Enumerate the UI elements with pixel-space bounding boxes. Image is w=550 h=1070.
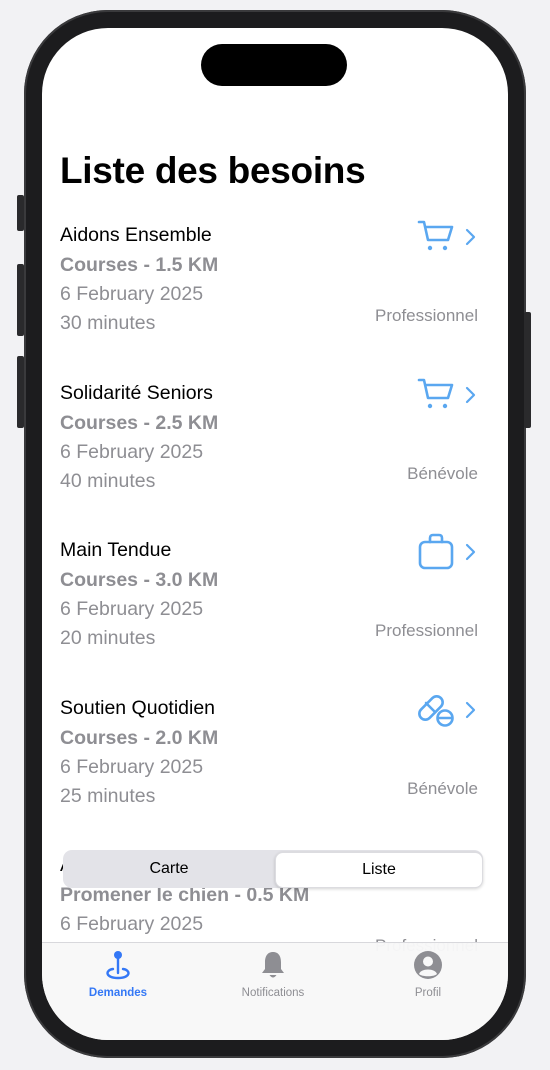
request-date: 6 February 2025 bbox=[60, 755, 204, 778]
provider-type: Bénévole bbox=[407, 778, 478, 798]
organization-name: Soutien Quotidien bbox=[60, 696, 216, 719]
task-distance: Courses - 2.0 KM bbox=[60, 726, 219, 749]
tab-bar: Demandes Notifications Profil bbox=[42, 942, 508, 1040]
map-pin-icon bbox=[106, 951, 130, 980]
cart-icon bbox=[417, 378, 454, 408]
request-date: 6 February 2025 bbox=[60, 598, 204, 620]
pills-icon bbox=[418, 694, 454, 727]
request-date: 6 February 2025 bbox=[60, 913, 204, 935]
dynamic-island bbox=[201, 44, 347, 86]
chevron-right-icon bbox=[465, 701, 476, 718]
bag-icon bbox=[418, 533, 454, 570]
duration: 40 minutes bbox=[60, 469, 156, 492]
segment-carte[interactable]: Carte bbox=[65, 852, 273, 886]
chevron-right-icon bbox=[465, 386, 476, 403]
view-mode-segmented-control[interactable]: Carte Liste bbox=[63, 850, 483, 888]
page-title: Liste des besoins bbox=[60, 150, 366, 191]
chevron-right-icon bbox=[465, 543, 476, 561]
request-date: 6 February 2025 bbox=[60, 283, 204, 305]
provider-type: Professionnel bbox=[374, 621, 478, 640]
organization-name: Aidons Ensemble bbox=[60, 224, 212, 246]
task-distance: Courses - 3.0 KM bbox=[60, 569, 219, 591]
volume-up-button bbox=[17, 264, 24, 336]
duration: 25 minutes bbox=[60, 784, 156, 807]
action-button bbox=[17, 195, 24, 231]
tab-notifications[interactable]: Notifications bbox=[213, 949, 333, 999]
list-item[interactable]: Aidons Ensemble Courses - 1.5 KM 6 Febru… bbox=[42, 216, 508, 374]
task-distance: Courses - 1.5 KM bbox=[60, 254, 219, 276]
organization-name: Main Tendue bbox=[60, 539, 172, 561]
bell-icon bbox=[262, 952, 284, 978]
tab-label: Notifications bbox=[241, 987, 305, 999]
tab-label: Demandes bbox=[88, 987, 148, 999]
cart-icon bbox=[417, 220, 454, 251]
list-item[interactable]: Solidarité Seniors Courses - 2.5 KM 6 Fe… bbox=[42, 374, 508, 532]
screen: Liste des besoins Aidons Ensemble Course… bbox=[42, 28, 508, 1040]
provider-type: Bénévole bbox=[407, 463, 478, 483]
list-item[interactable]: Main Tendue Courses - 3.0 KM 6 February … bbox=[42, 531, 508, 689]
chevron-right-icon bbox=[465, 228, 476, 246]
duration: 30 minutes bbox=[60, 312, 156, 334]
tab-label: Profil bbox=[414, 987, 442, 999]
duration: 20 minutes bbox=[60, 627, 156, 649]
request-date: 6 February 2025 bbox=[60, 440, 204, 463]
task-distance: Courses - 2.5 KM bbox=[60, 411, 219, 434]
list-item[interactable]: Soutien Quotidien Courses - 2.0 KM 6 Feb… bbox=[42, 689, 508, 847]
tab-profil[interactable]: Profil bbox=[368, 949, 488, 999]
organization-name: Solidarité Seniors bbox=[60, 381, 213, 404]
tab-demandes[interactable]: Demandes bbox=[58, 949, 178, 999]
power-button bbox=[524, 312, 531, 428]
person-circle-icon bbox=[414, 951, 442, 979]
provider-type: Professionnel bbox=[374, 306, 478, 325]
volume-down-button bbox=[17, 356, 24, 428]
segment-liste[interactable]: Liste bbox=[275, 852, 483, 888]
